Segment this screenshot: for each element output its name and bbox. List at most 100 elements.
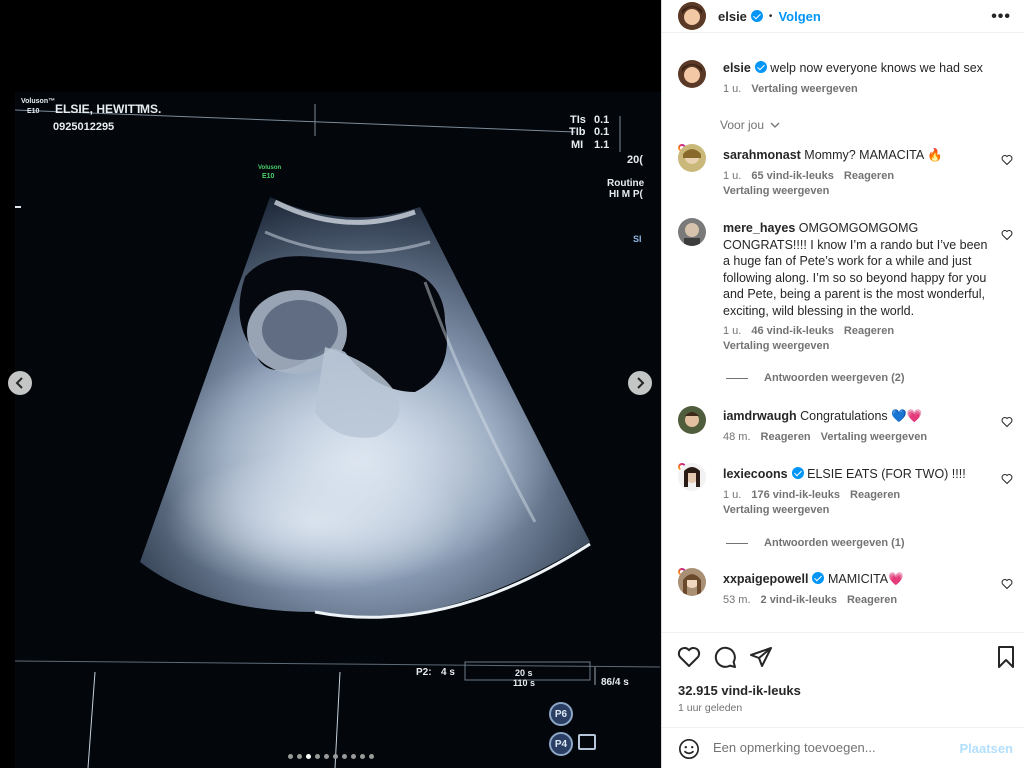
- caption-avatar-image: [678, 60, 706, 88]
- scan-p2-value: 4 s: [441, 667, 455, 678]
- comment-username[interactable]: xxpaigepowell: [723, 572, 808, 586]
- comment-reply-link[interactable]: Reageren: [847, 594, 897, 606]
- follow-button[interactable]: Volgen: [778, 9, 820, 24]
- verified-badge-icon: [754, 61, 767, 73]
- comment-body: sarahmonast Mommy? MAMACITA 🔥 1 u. 65 vin…: [723, 147, 991, 199]
- scan-p2-label: P2:: [416, 667, 432, 678]
- header-separator: •: [768, 10, 773, 22]
- likes-count[interactable]: 32.915 vind-ik-leuks: [678, 683, 801, 698]
- comment-time: 1 u.: [723, 488, 742, 501]
- comment-reply-link[interactable]: Reageren: [850, 489, 900, 501]
- caption-body: elsie welp now everyone knows we had sex…: [723, 60, 991, 97]
- comment-likes[interactable]: 2 vind-ik-leuks: [761, 594, 837, 606]
- comment-like-heart-icon[interactable]: [1001, 473, 1013, 485]
- story-ring[interactable]: [678, 568, 706, 596]
- scan-time-1: 20 s: [515, 668, 533, 678]
- comment-body: iamdrwaugh Congratulations 💙💗 48 m. Reage…: [723, 408, 991, 445]
- comment-meta: 1 u. 46 vind-ik-leuks Reageren Vertaling w…: [723, 324, 991, 354]
- commenter-avatar: [678, 463, 706, 491]
- comment-item: lexiecoons ELSIE EATS (FOR TWO) !!!! 1 u…: [678, 463, 1013, 523]
- comment-reply-link[interactable]: Reageren: [844, 170, 894, 182]
- post-header: elsie • Volgen •••: [662, 0, 1024, 33]
- caption-time: 1 u.: [723, 82, 742, 95]
- comments-list: elsie welp now everyone knows we had sex…: [662, 34, 1024, 632]
- story-ring[interactable]: [678, 144, 706, 172]
- caption-avatar[interactable]: [678, 60, 706, 88]
- comment-translate-link[interactable]: Vertaling weergeven: [723, 185, 829, 197]
- scan-mi-label: MI: [571, 139, 584, 151]
- scan-year: 20(: [627, 154, 643, 166]
- scan-brand: Voluson™: [21, 98, 56, 105]
- comment-body: xxpaigepowell MAMICITA💗 53 m. 2 vind-ik-l…: [723, 571, 991, 608]
- scan-ms: MS.: [140, 102, 162, 116]
- printer-icon: [578, 734, 596, 750]
- comment-username[interactable]: sarahmonast: [723, 148, 801, 162]
- replies-line: [726, 377, 748, 379]
- author-username[interactable]: elsie: [718, 9, 747, 24]
- comment-text: Mommy? MAMACITA 🔥: [804, 148, 943, 162]
- commenter-avatar-image: [678, 463, 706, 491]
- comment-input[interactable]: [713, 740, 943, 755]
- comment-reply-link[interactable]: Reageren: [761, 431, 811, 443]
- scan-patient-id: 0925012295: [53, 121, 115, 133]
- more-options-icon[interactable]: •••: [991, 8, 1011, 26]
- story-ring[interactable]: [678, 463, 706, 491]
- carousel-dot: [296, 754, 302, 759]
- comment-translate-link[interactable]: Vertaling weergeven: [723, 340, 829, 352]
- verified-badge-icon: [812, 572, 825, 584]
- commenter-avatar-image: [678, 218, 706, 246]
- carousel-indicator: [0, 754, 661, 759]
- like-heart-icon[interactable]: [677, 645, 701, 669]
- share-paper-plane-icon[interactable]: [749, 645, 773, 669]
- comment-meta: 1 u. 65 vind-ik-leuks Reageren Vertaling w…: [723, 169, 991, 199]
- caption-username[interactable]: elsie: [723, 61, 751, 75]
- view-replies-button[interactable]: Antwoorden weergeven (1): [726, 537, 905, 549]
- carousel-prev-button[interactable]: [8, 371, 32, 395]
- comment-username[interactable]: lexiecoons: [723, 467, 788, 481]
- comment-translate-link[interactable]: Vertaling weergeven: [723, 504, 829, 516]
- view-replies-label: Antwoorden weergeven (2): [764, 372, 905, 384]
- post-comment-button[interactable]: Plaatsen: [960, 741, 1013, 756]
- scan-tis-label: TIs: [570, 114, 586, 126]
- comment-likes[interactable]: 65 vind-ik-leuks: [751, 170, 834, 182]
- scan-green-label-2: E10: [262, 173, 275, 180]
- comment-reply-link[interactable]: Reageren: [844, 325, 894, 337]
- carousel-dot: [314, 754, 320, 759]
- post-media: Voluson™ E10 ELSIE, HEWITT MS. 092501229…: [0, 0, 661, 768]
- chevron-left-icon: [15, 377, 23, 389]
- emoji-smiley-icon[interactable]: [678, 738, 700, 760]
- comment-likes[interactable]: 46 vind-ik-leuks: [751, 325, 834, 337]
- post-side-panel: elsie • Volgen ••• elsie welp now everyo…: [661, 0, 1024, 768]
- view-replies-button[interactable]: Antwoorden weergeven (2): [726, 372, 905, 384]
- carousel-next-button[interactable]: [628, 371, 652, 395]
- comment-like-heart-icon[interactable]: [1001, 416, 1013, 428]
- commenter-avatar: [678, 144, 706, 172]
- comment-time: 1 u.: [723, 169, 742, 182]
- comment-item: iamdrwaugh Congratulations 💙💗 48 m. Reage…: [678, 406, 1013, 446]
- comment-like-heart-icon[interactable]: [1001, 229, 1013, 241]
- scan-himp: HI M P(: [609, 189, 643, 200]
- carousel-dot: [332, 754, 338, 759]
- scan-time-2: 110 s: [513, 678, 536, 688]
- add-comment-bar: Plaatsen: [662, 727, 1024, 768]
- comment-username[interactable]: mere_hayes: [723, 221, 795, 235]
- chevron-right-icon: [637, 377, 645, 389]
- comment-like-heart-icon[interactable]: [1001, 154, 1013, 166]
- save-bookmark-icon[interactable]: [994, 645, 1018, 669]
- commenter-avatar[interactable]: [678, 218, 706, 246]
- comment-likes[interactable]: 176 vind-ik-leuks: [751, 489, 840, 501]
- caption-translate-link[interactable]: Vertaling weergeven: [751, 83, 857, 95]
- author-avatar-image: [678, 2, 706, 30]
- scan-tib-label: TIb: [569, 126, 586, 138]
- comment-username[interactable]: iamdrwaugh: [723, 409, 797, 423]
- verified-badge-icon: [750, 10, 763, 22]
- author-avatar[interactable]: [678, 2, 706, 30]
- comment-translate-link[interactable]: Vertaling weergeven: [821, 431, 927, 443]
- scan-routine: Routine: [607, 178, 645, 189]
- commenter-avatar[interactable]: [678, 406, 706, 434]
- comment-like-heart-icon[interactable]: [1001, 578, 1013, 590]
- comment-meta: 53 m. 2 vind-ik-leuks Reageren: [723, 593, 991, 608]
- comment-bubble-icon[interactable]: [713, 645, 737, 669]
- comment-sort-label: Voor jou: [720, 118, 765, 132]
- comment-sort-dropdown[interactable]: Voor jou: [720, 118, 780, 132]
